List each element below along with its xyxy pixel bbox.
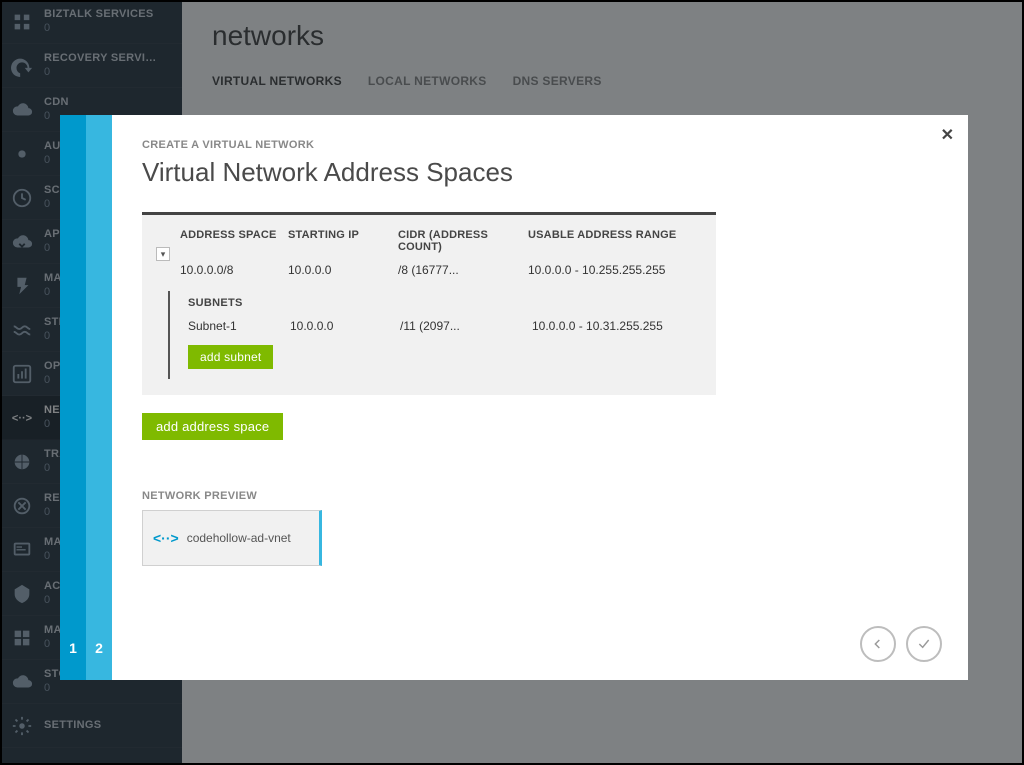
vnet-icon: <··> [153, 530, 179, 546]
subnet-starting-ip[interactable]: 10.0.0.0 [290, 319, 400, 333]
header-cidr: CIDR (ADDRESS COUNT) [398, 229, 528, 253]
collapse-toggle-icon[interactable]: ▾ [156, 247, 170, 261]
subnet-row: Subnet-1 10.0.0.0 /11 (2097... 10.0.0.0 … [188, 317, 702, 335]
arrow-left-icon [870, 636, 886, 652]
subnets-block: SUBNETS Subnet-1 10.0.0.0 /11 (2097... 1… [168, 291, 702, 379]
wizard-step-number-1[interactable]: 1 [60, 640, 86, 656]
header-address-space: ADDRESS SPACE [152, 229, 288, 253]
wizard-step-number-2[interactable]: 2 [86, 640, 112, 656]
starting-ip-value[interactable]: 10.0.0.0 [288, 263, 398, 277]
network-preview-label: NETWORK PREVIEW [142, 490, 938, 502]
wizard-nav [860, 626, 942, 662]
subnet-usable-range: 10.0.0.0 - 10.31.255.255 [532, 319, 702, 333]
network-preview-box[interactable]: <··> codehollow-ad-vnet [142, 510, 322, 566]
check-icon [916, 636, 932, 652]
address-space-table: ADDRESS SPACE STARTING IP CIDR (ADDRESS … [142, 212, 716, 395]
table-header-row: ADDRESS SPACE STARTING IP CIDR (ADDRESS … [152, 225, 702, 259]
wizard-body: ✕ CREATE A VIRTUAL NETWORK Virtual Netwo… [112, 115, 968, 680]
usable-range-value: 10.0.0.0 - 10.255.255.255 [528, 263, 702, 277]
subnets-header: SUBNETS [188, 297, 702, 309]
add-subnet-button[interactable]: add subnet [188, 345, 273, 369]
close-icon[interactable]: ✕ [941, 125, 954, 145]
wizard-step-rail-2: 2 [86, 115, 112, 680]
subnet-name[interactable]: Subnet-1 [188, 319, 290, 333]
back-button[interactable] [860, 626, 896, 662]
subnet-cidr[interactable]: /11 (2097... [400, 319, 532, 333]
header-usable-range: USABLE ADDRESS RANGE [528, 229, 702, 253]
network-preview-name: codehollow-ad-vnet [187, 531, 291, 545]
finish-button[interactable] [906, 626, 942, 662]
wizard-title: Virtual Network Address Spaces [142, 157, 938, 188]
cidr-value[interactable]: /8 (16777... [398, 263, 528, 277]
address-space-row: ▾ 10.0.0.0/8 10.0.0.0 /8 (16777... 10.0.… [152, 259, 702, 281]
wizard-modal: 1 2 ✕ CREATE A VIRTUAL NETWORK Virtual N… [60, 115, 968, 680]
address-space-value[interactable]: 10.0.0.0/8 [180, 263, 233, 277]
wizard-step-rail-1: 1 [60, 115, 86, 680]
header-starting-ip: STARTING IP [288, 229, 398, 253]
breadcrumb: CREATE A VIRTUAL NETWORK [142, 139, 938, 151]
add-address-space-button[interactable]: add address space [142, 413, 283, 440]
